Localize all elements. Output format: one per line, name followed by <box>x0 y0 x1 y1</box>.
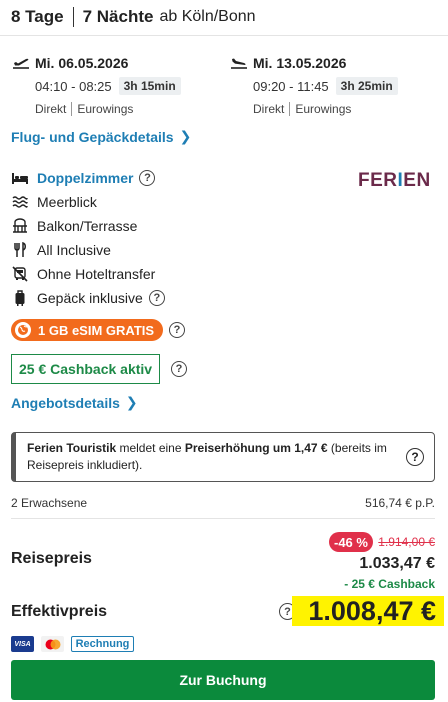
feature-board: All Inclusive <box>11 240 111 260</box>
effective-price: 1.008,47 € <box>292 596 444 626</box>
plane-arrival-icon <box>231 58 247 69</box>
flight-baggage-details-link[interactable]: Flug- und Gepäckdetails ❯ <box>11 128 191 145</box>
board-label: All Inclusive <box>37 242 111 258</box>
header-divider-line <box>0 35 448 36</box>
invoice-payment-badge: Rechnung <box>71 636 134 652</box>
old-price: 1.914,00 € <box>378 535 435 549</box>
divider <box>71 102 73 116</box>
notice-text: meldet eine <box>116 441 185 455</box>
return-times: 09:20 - 11:45 <box>253 78 329 94</box>
notice-emphasis: Preiserhöhung um 1,47 € <box>184 441 328 455</box>
trip-days: 8 Tage <box>11 7 64 26</box>
cashback-label: 25 € Cashback aktiv <box>19 361 153 377</box>
travel-price-label: Reisepreis <box>11 550 92 567</box>
view-label: Meerblick <box>37 194 97 210</box>
cutlery-icon <box>11 242 29 258</box>
per-person-price: 516,74 € p.P. <box>365 496 435 510</box>
feature-transfer: Ohne Hoteltransfer <box>11 264 155 284</box>
book-button[interactable]: Zur Buchung <box>11 660 435 700</box>
header-divider <box>72 7 74 27</box>
divider <box>11 518 435 519</box>
discount-badge: -46 % <box>329 532 373 552</box>
notice-operator: Ferien Touristik <box>27 441 117 455</box>
return-duration: 3h 25min <box>335 77 398 95</box>
departure-airport: ab Köln/Bonn <box>159 8 256 25</box>
operator-logo: FERIEN <box>358 170 431 191</box>
bed-icon <box>11 170 29 186</box>
outbound-date: Mi. 06.05.2026 <box>35 55 129 71</box>
feature-luggage: Gepäck inklusive ? <box>11 288 165 308</box>
cashback-badge: 25 € Cashback aktiv <box>11 354 161 384</box>
balcony-label: Balkon/Terrasse <box>37 218 138 234</box>
flight-details-label: Flug- und Gepäckdetails <box>11 128 174 145</box>
mastercard-icon <box>41 636 64 652</box>
cashback-deduction: - 25 € Cashback <box>344 577 435 591</box>
feature-room: Doppelzimmer ? <box>11 168 156 188</box>
offer-details-label: Angebotsdetails <box>11 394 120 411</box>
room-type-link[interactable]: Doppelzimmer <box>37 170 133 186</box>
return-type: Direkt <box>253 102 285 116</box>
help-icon[interactable]: ? <box>171 361 187 377</box>
feature-balcony: Balkon/Terrasse <box>11 216 137 236</box>
visa-icon: VISA <box>11 636 34 652</box>
help-icon[interactable]: ? <box>406 448 424 466</box>
travel-price: 1.033,47 € <box>359 555 435 572</box>
feature-view: Meerblick <box>11 192 97 212</box>
offer-details-link[interactable]: Angebotsdetails ❯ <box>11 394 138 411</box>
transfer-label: Ohne Hoteltransfer <box>37 266 156 282</box>
luggage-label: Gepäck inklusive <box>37 290 143 306</box>
passenger-row: 2 Erwachsene 516,74 € p.P. <box>11 496 435 510</box>
effective-price-label: Effektivpreis <box>11 603 108 620</box>
trip-nights: 7 Nächte <box>82 7 154 26</box>
outbound-times: 04:10 - 08:25 <box>35 78 112 94</box>
waves-icon <box>11 194 29 210</box>
luggage-icon <box>11 290 29 306</box>
no-bus-icon <box>11 266 29 282</box>
chevron-right-icon: ❯ <box>125 394 138 410</box>
outbound-duration: 3h 15min <box>118 77 181 95</box>
passenger-count: 2 Erwachsene <box>11 496 88 510</box>
price-change-notice: Ferien Touristik meldet eine Preiserhöhu… <box>11 432 435 482</box>
globe-icon <box>15 322 31 338</box>
plane-departure-icon <box>13 58 29 69</box>
return-airline: Eurowings <box>295 102 352 116</box>
help-icon[interactable]: ? <box>148 290 165 306</box>
outbound-airline: Eurowings <box>77 102 134 116</box>
balcony-icon <box>11 218 29 234</box>
outbound-type: Direkt <box>35 102 67 116</box>
return-date: Mi. 13.05.2026 <box>253 55 347 71</box>
esim-label: 1 GB eSIM GRATIS <box>38 322 155 338</box>
return-flight: Mi. 13.05.2026 09:20 - 11:45 3h 25min Di… <box>229 54 398 116</box>
divider <box>289 102 291 116</box>
chevron-right-icon: ❯ <box>179 128 192 144</box>
esim-badge: 1 GB eSIM GRATIS <box>11 319 164 341</box>
help-icon[interactable]: ? <box>169 322 185 338</box>
help-icon[interactable]: ? <box>139 170 156 186</box>
outbound-flight: Mi. 06.05.2026 04:10 - 08:25 3h 15min Di… <box>11 54 181 116</box>
trip-header: 8 Tage 7 Nächte ab Köln/Bonn <box>11 6 256 28</box>
